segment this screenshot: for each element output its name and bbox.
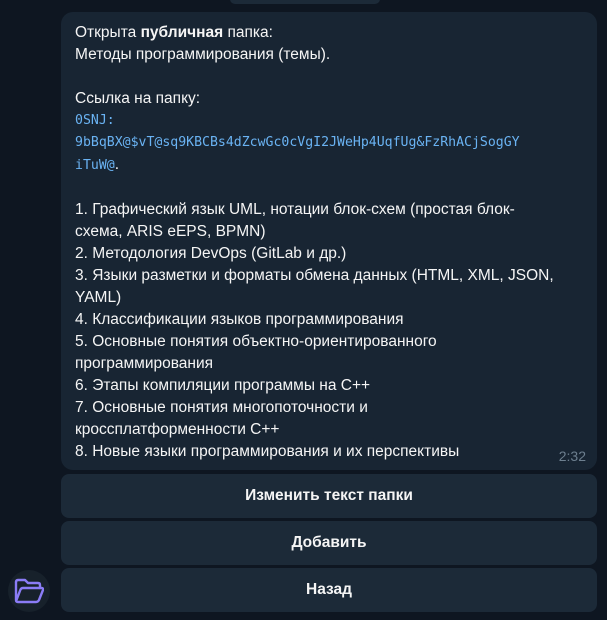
topic-line: схема, ARIS eEPS, BPMN) [75,223,266,240]
topics-list: 1. Графический язык UML, нотации блок-сх… [75,199,583,463]
folder-link-code-line-3[interactable]: iTuW@. [75,154,583,177]
message-bubble: Открыта публичная папка: Методы программ… [61,12,597,470]
folder-link-code-line-2[interactable]: 9bBqBX@$vT@sq9KBCBs4dZcwGc0cVgI2JWeHp4Uq… [75,132,583,154]
topic-line: 8. Новые языки программирования и их пер… [75,443,460,460]
topic-line: 7. Основные понятия многопоточности и [75,399,368,416]
message-time: 2:32 [558,448,586,464]
topic-line: YAML) [75,289,122,306]
back-button[interactable]: Назад [61,568,597,612]
topic-line: 4. Классификации языков программирования [75,311,404,328]
message-title: Открыта публичная папка: [75,22,583,44]
topic-line: 1. Графический язык UML, нотации блок-сх… [75,201,515,218]
edit-folder-text-button[interactable]: Изменить текст папки [61,474,597,518]
previous-element-edge [230,0,380,4]
link-period: . [114,156,120,173]
folder-link-code-line-1[interactable]: 0SNJ: [75,110,583,132]
title-suffix: папка: [223,24,273,41]
link-label: Ссылка на папку: [75,90,201,107]
topic-line: 6. Этапы компиляции программы на С++ [75,377,371,394]
title-prefix: Открыта [75,24,141,41]
topic-line: программирования [75,355,214,372]
title-bold: публичная [140,24,224,41]
bot-avatar[interactable] [8,570,50,612]
add-button[interactable]: Добавить [61,521,597,565]
folder-link-code-end[interactable]: iTuW@ [75,158,115,173]
topic-line: 2. Методология DevOps (GitLab и др.) [75,245,347,262]
folder-name: Методы программирования (темы). [75,46,331,63]
folder-open-icon [14,578,44,604]
topic-line: 3. Языки разметки и форматы обмена данны… [75,267,554,284]
topic-line: кроссплатформенности С++ [75,421,280,438]
topic-line: 5. Основные понятия объектно-ориентирова… [75,333,437,350]
